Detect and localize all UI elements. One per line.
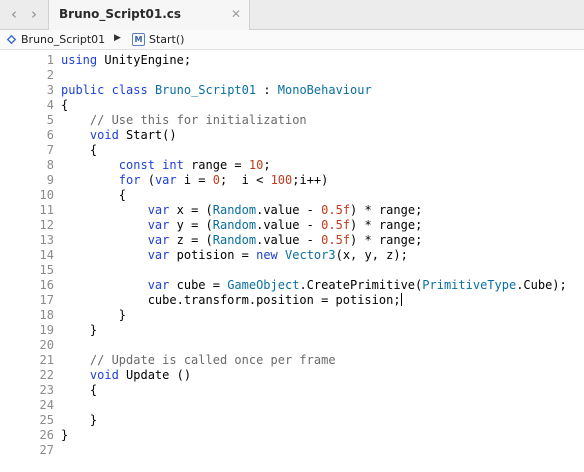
code-text: const int range = 10; bbox=[118, 158, 271, 172]
line-number: 16 bbox=[39, 278, 54, 292]
code-line[interactable]: 23 { bbox=[0, 383, 584, 398]
line-number: 21 bbox=[39, 353, 54, 367]
code-text: // Use this for initialization bbox=[89, 113, 307, 127]
line-number: 12 bbox=[39, 218, 54, 232]
line-number: 11 bbox=[39, 203, 54, 217]
line-number: 25 bbox=[39, 413, 54, 427]
tab-title: Bruno_Script01.cs bbox=[59, 7, 182, 21]
code-text: } bbox=[61, 323, 98, 337]
line-number: 20 bbox=[39, 338, 54, 352]
line-number: 2 bbox=[46, 68, 54, 82]
line-number: 8 bbox=[46, 158, 54, 172]
method-icon: M bbox=[132, 33, 145, 46]
code-text: { bbox=[61, 143, 98, 157]
code-text: } bbox=[61, 413, 98, 427]
code-text: var z = (Random.value - 0.5f) * range; bbox=[147, 233, 423, 247]
line-number: 24 bbox=[39, 398, 54, 412]
line-number: 15 bbox=[39, 263, 54, 277]
line-number: 4 bbox=[46, 98, 54, 112]
csharp-file-icon bbox=[6, 34, 17, 45]
line-number: 22 bbox=[39, 368, 54, 382]
tab-bar: ‹ › Bruno_Script01.cs ✕ bbox=[0, 0, 584, 30]
code-text: } bbox=[61, 428, 69, 442]
code-editor[interactable]: 1 using UnityEngine; 2 3 public class Bruno_… bbox=[0, 51, 584, 472]
breadcrumb: Bruno_Script01 ▶ M Start() bbox=[0, 30, 584, 50]
code-text: using UnityEngine; bbox=[61, 53, 192, 67]
line-number: 14 bbox=[39, 248, 54, 262]
line-number: 18 bbox=[39, 308, 54, 322]
code-text: void Start() bbox=[89, 128, 177, 142]
code-line[interactable]: 8 const int range = 10; bbox=[0, 158, 584, 173]
code-text: for (var i = 0; i < 100;i++) bbox=[118, 173, 329, 187]
code-text: { bbox=[61, 98, 69, 112]
line-number: 3 bbox=[46, 83, 54, 97]
line-number: 26 bbox=[39, 428, 54, 442]
breadcrumb-separator-icon: ▶ bbox=[114, 33, 121, 43]
code-line[interactable]: 22 void Update () bbox=[0, 368, 584, 383]
forward-arrow-icon[interactable]: › bbox=[26, 5, 42, 23]
code-line[interactable]: 4{ bbox=[0, 98, 584, 113]
code-line[interactable]: 13 var z = (Random.value - 0.5f) * range… bbox=[0, 233, 584, 248]
line-number: 9 bbox=[46, 173, 54, 187]
line-number: 1 bbox=[46, 53, 54, 67]
code-line[interactable]: 19 } bbox=[0, 323, 584, 338]
line-number: 10 bbox=[39, 188, 54, 202]
code-line[interactable]: 27 bbox=[0, 443, 584, 458]
code-text: var potision = new Vector3(x, y, z); bbox=[147, 248, 408, 262]
code-line[interactable]: 24 bbox=[0, 398, 584, 413]
code-line[interactable]: 11 var x = (Random.value - 0.5f) * range… bbox=[0, 203, 584, 218]
code-line[interactable]: 3 public class Bruno_Script01 : MonoBehav… bbox=[0, 83, 584, 98]
breadcrumb-file-label: Bruno_Script01 bbox=[21, 33, 106, 46]
text-cursor bbox=[400, 293, 402, 306]
code-text: } bbox=[61, 308, 127, 322]
breadcrumb-file[interactable]: Bruno_Script01 bbox=[6, 33, 105, 46]
breadcrumb-method[interactable]: M Start() bbox=[132, 33, 184, 46]
back-arrow-icon[interactable]: ‹ bbox=[6, 5, 22, 23]
code-text: public class Bruno_Script01 : MonoBehavi… bbox=[61, 83, 372, 97]
code-text: cube.transform.position = potision; bbox=[61, 293, 402, 307]
code-line[interactable]: 20 bbox=[0, 338, 584, 353]
code-line[interactable]: 10 { bbox=[0, 188, 584, 203]
code-text: // Update is called once per frame bbox=[89, 353, 336, 367]
code-line[interactable]: 2 bbox=[0, 68, 584, 83]
code-line[interactable]: 15 bbox=[0, 263, 584, 278]
code-text: { bbox=[61, 188, 127, 202]
code-line[interactable]: 25 } bbox=[0, 413, 584, 428]
code-line[interactable]: 17 cube.transform.position = potision; bbox=[0, 293, 584, 308]
code-line[interactable]: 9 for (var i = 0; i < 100;i++) bbox=[0, 173, 584, 188]
code-line[interactable]: 26} bbox=[0, 428, 584, 443]
line-number: 17 bbox=[39, 293, 54, 307]
code-line[interactable]: 7 { bbox=[0, 143, 584, 158]
breadcrumb-method-label: Start() bbox=[149, 33, 185, 46]
line-number: 6 bbox=[46, 128, 54, 142]
close-icon[interactable]: ✕ bbox=[231, 7, 241, 21]
code-line[interactable]: 6 void Start() bbox=[0, 128, 584, 143]
code-text: { bbox=[61, 383, 98, 397]
code-line[interactable]: 5 // Use this for initialization bbox=[0, 113, 584, 128]
code-line[interactable]: 21 // Update is called once per frame bbox=[0, 353, 584, 368]
line-number: 13 bbox=[39, 233, 54, 247]
code-text: void Update () bbox=[89, 368, 192, 382]
code-line[interactable]: 14 var potision = new Vector3(x, y, z); bbox=[0, 248, 584, 263]
line-number: 5 bbox=[46, 113, 54, 127]
line-number: 27 bbox=[39, 443, 54, 457]
code-text: var cube = GameObject.CreatePrimitive(Pr… bbox=[147, 278, 567, 292]
code-line[interactable]: 16 var cube = GameObject.CreatePrimitive… bbox=[0, 278, 584, 293]
code-text: var x = (Random.value - 0.5f) * range; bbox=[147, 203, 423, 217]
code-line[interactable]: 18 } bbox=[0, 308, 584, 323]
code-line[interactable]: 12 var y = (Random.value - 0.5f) * range… bbox=[0, 218, 584, 233]
code-line[interactable]: 1 using UnityEngine; bbox=[0, 53, 584, 68]
editor-tab[interactable]: Bruno_Script01.cs ✕ bbox=[48, 0, 250, 30]
line-number: 23 bbox=[39, 383, 54, 397]
line-number: 7 bbox=[46, 143, 54, 157]
line-number: 19 bbox=[39, 323, 54, 337]
code-text: var y = (Random.value - 0.5f) * range; bbox=[147, 218, 423, 232]
